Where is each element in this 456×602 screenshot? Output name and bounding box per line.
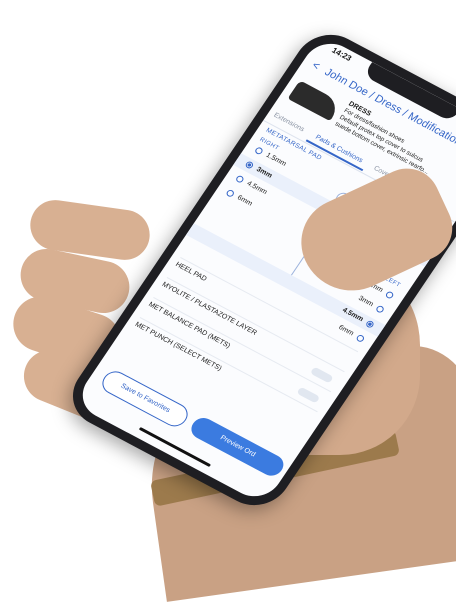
radio-icon [225,188,236,198]
preview-order-button[interactable]: Preview Ord [187,414,288,480]
radio-icon [355,333,366,343]
status-time: 14:23 [330,45,354,63]
shoe-insole-image [287,80,343,122]
option-label: 6mm [235,194,254,208]
option-label: 1.5mm [264,151,288,168]
radio-icon [253,146,265,156]
back-chevron-icon[interactable]: < [310,60,322,73]
option-label: 6mm [337,324,355,338]
photo-scene: 14:23 ▮▮ ◉ ▭ < John Doe / Dress / Modifi… [0,0,456,602]
option-label: 3mm [356,294,375,309]
radio-icon [384,290,395,300]
option-label: 4.5mm [245,180,269,197]
radio-icon [234,174,245,184]
radio-icon [374,304,386,314]
right-option-4[interactable]: 6mm [225,188,254,208]
left-option-2[interactable]: 3mm [356,294,386,314]
save-to-favorites-button[interactable]: Save to Favorites [97,367,193,431]
